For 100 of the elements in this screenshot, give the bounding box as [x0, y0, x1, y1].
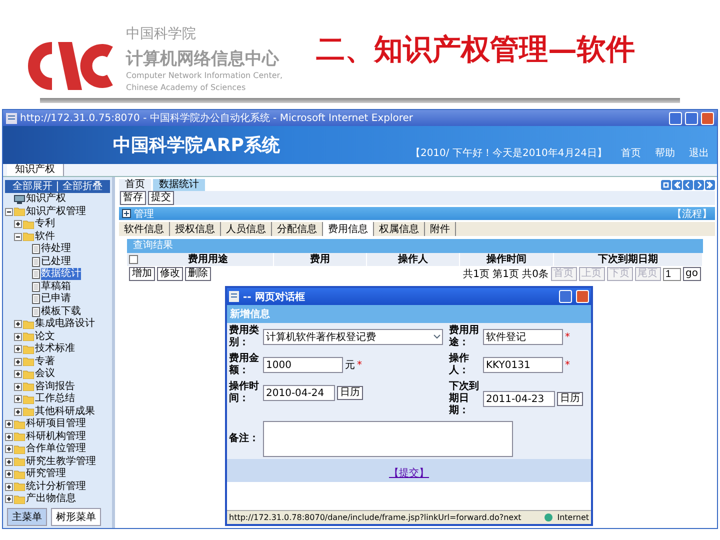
column-header: 费用用途: [143, 253, 274, 266]
menu-tab[interactable]: 树形菜单: [51, 508, 101, 526]
tree-item[interactable]: 咨询报告: [35, 380, 75, 393]
pager-summary: 共1页 第1页 共0条: [463, 268, 549, 281]
info-tab[interactable]: 软件信息: [119, 222, 170, 236]
close-button[interactable]: [701, 112, 714, 124]
center-english-name: Computer Network Information Center,: [126, 70, 284, 82]
info-tab[interactable]: 授权信息: [170, 222, 221, 236]
expand-icon[interactable]: [5, 432, 13, 441]
folder-icon: [14, 444, 25, 454]
row-action-button[interactable]: 增加: [129, 267, 155, 281]
tree-item[interactable]: 草稿箱: [41, 280, 71, 293]
expand-icon[interactable]: [14, 358, 22, 366]
folder-icon: [14, 470, 25, 479]
text-field[interactable]: KKY0131: [483, 357, 563, 373]
tree-item[interactable]: 研究生教学管理: [26, 456, 96, 468]
section-title: 管理: [134, 208, 154, 220]
expand-icon[interactable]: [5, 458, 13, 466]
info-tab[interactable]: 权属信息: [374, 222, 425, 236]
expand-icon[interactable]: [14, 395, 22, 404]
date-field[interactable]: 2011-04-23: [483, 391, 555, 407]
tree-item[interactable]: 统计分析管理: [26, 480, 86, 493]
nav-arrow-icon[interactable]: [661, 180, 671, 190]
info-tab[interactable]: 附件: [425, 222, 456, 236]
row-action-button[interactable]: 删除: [185, 267, 211, 281]
action-button[interactable]: 提交: [148, 191, 174, 205]
greeting-text: 【2010/ 下午好！今天是2010年4月24日】: [410, 146, 607, 160]
tree-item[interactable]: 会议: [35, 368, 55, 380]
submit-link[interactable]: 【提交】: [389, 468, 429, 479]
folder-icon: [23, 332, 34, 342]
expand-icon[interactable]: [5, 470, 13, 478]
expand-icon[interactable]: [5, 420, 13, 428]
field-label: 费用用途：: [449, 325, 480, 349]
expand-icon[interactable]: [14, 320, 22, 328]
text-field[interactable]: 软件登记: [483, 329, 563, 345]
tree-item[interactable]: 技术标准: [35, 343, 75, 356]
calendar-button[interactable]: 日历: [337, 386, 363, 400]
window-title: http://172.31.0.75:8070 - 中国科学院办公自动化系统 - Microsoft Internet Explorer: [20, 112, 414, 125]
date-field[interactable]: 2010-04-24: [263, 385, 335, 401]
page-tab[interactable]: 首页: [119, 179, 151, 191]
expand-icon[interactable]: [14, 382, 22, 391]
tree-item[interactable]: 其他科研成果: [35, 406, 95, 418]
folder-icon: [23, 320, 34, 329]
tree-item[interactable]: 工作总结: [35, 393, 75, 406]
field-label: 下次到期日期：: [449, 381, 480, 417]
tree-item[interactable]: 科研项目管理: [26, 418, 86, 430]
row-action-button[interactable]: 修改: [157, 267, 183, 281]
tree-item[interactable]: 待处理: [41, 243, 71, 256]
tree-item[interactable]: 合作单位管理: [26, 443, 86, 456]
go-button[interactable]: go: [682, 267, 701, 281]
text-field[interactable]: 1000: [263, 357, 343, 373]
info-tab[interactable]: 费用信息: [323, 222, 374, 236]
slide-title: 二、知识产权管理—软件: [316, 31, 635, 68]
tree-item[interactable]: 科研机构管理: [26, 430, 86, 443]
tree-item[interactable]: 论文: [35, 330, 55, 343]
category-select[interactable]: 计算机软件著作权登记费: [263, 329, 443, 345]
tree-item[interactable]: 产出物信息: [26, 493, 76, 506]
select-all-checkbox[interactable]: [129, 255, 138, 264]
action-button[interactable]: 暂存: [120, 191, 146, 205]
tree-item[interactable]: 数据统计: [41, 268, 81, 280]
help-button[interactable]: [559, 290, 572, 303]
tree-item[interactable]: 软件: [35, 230, 55, 243]
expand-icon[interactable]: [5, 495, 13, 504]
tree-item[interactable]: 模板下载: [41, 306, 81, 318]
folder-icon: [14, 457, 25, 466]
expand-icon[interactable]: [5, 445, 13, 454]
form-header: 新增信息: [227, 305, 591, 323]
status-url: http://172.31.0.78:8070/dane/include/frame.jsp?linkUrl=forward.do?next: [229, 513, 522, 522]
tree-item[interactable]: 已处理: [41, 256, 71, 268]
minimize-button[interactable]: [669, 112, 682, 124]
menu-tab[interactable]: 主菜单: [7, 508, 47, 526]
expand-icon[interactable]: [14, 345, 22, 354]
folder-icon: [14, 482, 25, 492]
close-button[interactable]: [576, 290, 589, 303]
expand-icon[interactable]: [14, 220, 22, 228]
tree-item[interactable]: 已申请: [41, 293, 71, 306]
expand-icon[interactable]: [14, 332, 22, 341]
remarks-field[interactable]: [263, 421, 513, 457]
maximize-button[interactable]: [685, 112, 698, 124]
page-tab[interactable]: 数据统计: [153, 179, 205, 191]
tree-item[interactable]: 知识产权管理: [26, 206, 86, 218]
expand-icon[interactable]: [5, 482, 13, 491]
document-icon: [32, 244, 40, 254]
tree-item[interactable]: 集成电路设计: [35, 318, 95, 330]
folder-icon: [23, 344, 34, 354]
page-number-field[interactable]: 1: [662, 268, 681, 280]
expand-icon[interactable]: [14, 370, 22, 378]
tree-item[interactable]: 研究管理: [26, 468, 66, 480]
expand-icon[interactable]: [14, 408, 22, 416]
nav-arrow-icon[interactable]: [672, 180, 682, 190]
info-tab[interactable]: 人员信息: [221, 222, 272, 236]
module-tab[interactable]: 知识产权: [7, 164, 64, 176]
tree-item[interactable]: 专利: [35, 218, 55, 230]
browser-icon: [6, 112, 17, 124]
tree-item[interactable]: 知识产权: [26, 193, 66, 206]
column-header: 操作人: [367, 253, 460, 266]
nav-arrow-icon[interactable]: [705, 180, 715, 190]
tree-item[interactable]: 专著: [35, 356, 55, 368]
calendar-button[interactable]: 日历: [557, 392, 583, 406]
tree-toggle-links[interactable]: 全部展开 | 全部折叠: [5, 180, 110, 193]
